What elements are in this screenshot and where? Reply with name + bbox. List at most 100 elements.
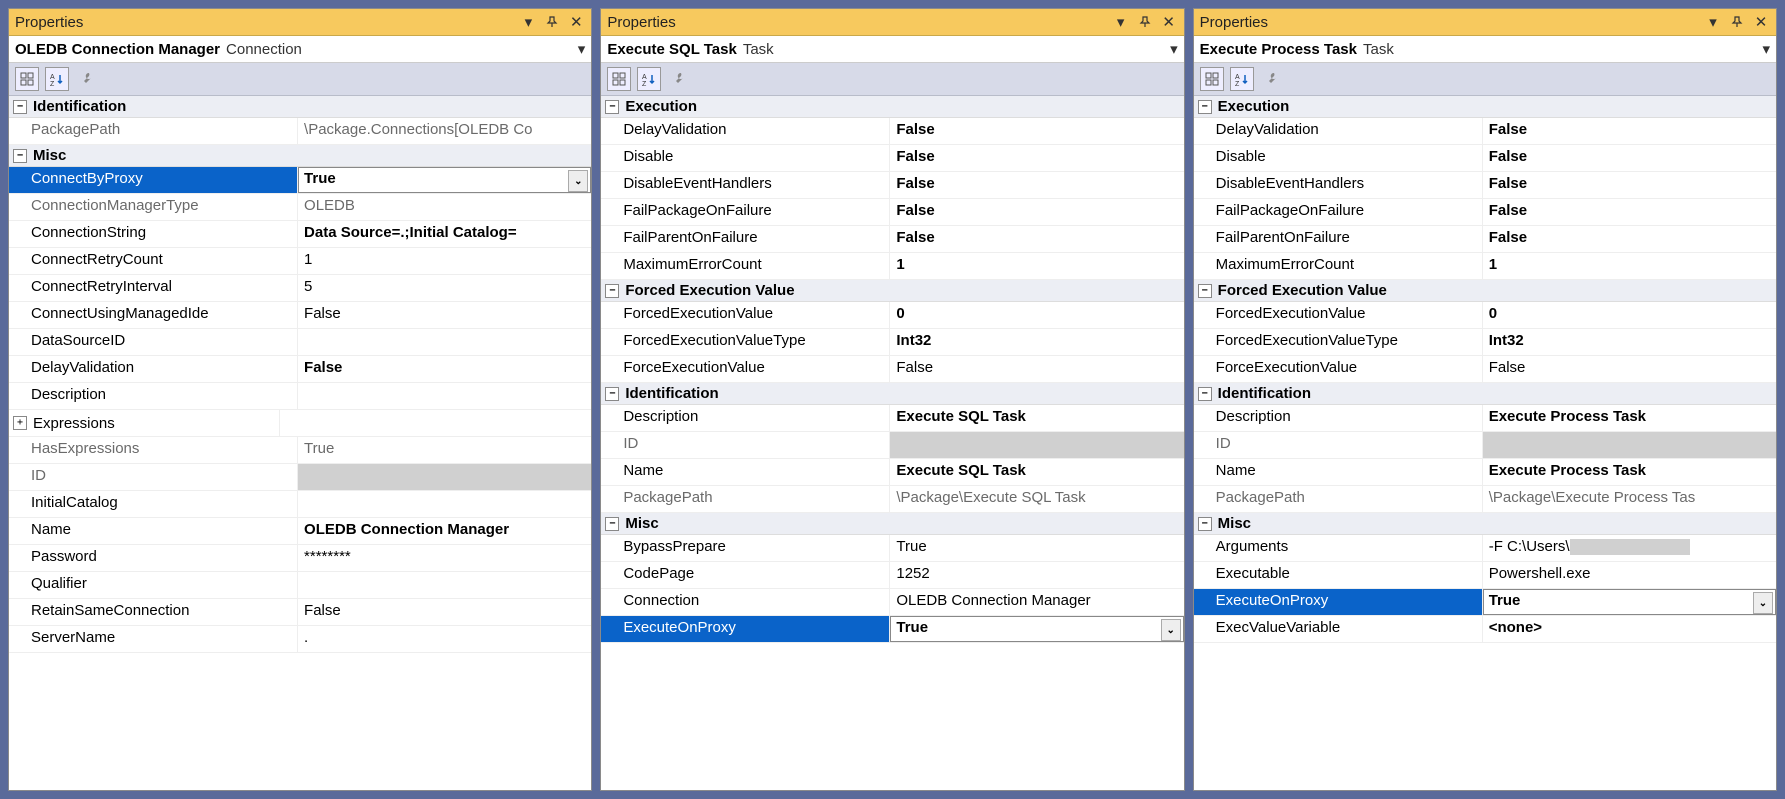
property-value[interactable]: OLEDB Connection Manager <box>298 518 591 544</box>
collapse-toggle-icon[interactable]: − <box>1198 517 1212 531</box>
property-row[interactable]: PackagePath\Package.Connections[OLEDB Co <box>9 118 591 145</box>
property-row[interactable]: ExecuteOnProxyTrue⌄ <box>601 616 1183 643</box>
property-row[interactable]: DisableFalse <box>1194 145 1776 172</box>
property-row[interactable]: ConnectUsingManagedIdeFalse <box>9 302 591 329</box>
property-value[interactable]: False <box>298 302 591 328</box>
property-row[interactable]: ConnectionStringData Source=.;Initial Ca… <box>9 221 591 248</box>
property-row[interactable]: MaximumErrorCount1 <box>601 253 1183 280</box>
property-value[interactable]: False <box>890 145 1183 171</box>
category-header[interactable]: −Misc <box>601 513 1183 535</box>
property-value[interactable]: False <box>1483 172 1776 198</box>
property-value[interactable]: False <box>298 599 591 625</box>
property-row[interactable]: DelayValidationFalse <box>1194 118 1776 145</box>
close-icon[interactable]: ✕ <box>1752 13 1770 31</box>
property-value[interactable]: Data Source=.;Initial Catalog= <box>298 221 591 247</box>
category-header[interactable]: −Identification <box>601 383 1183 405</box>
object-selector[interactable]: OLEDB Connection ManagerConnection▾ <box>9 36 591 63</box>
property-value[interactable] <box>1483 432 1776 458</box>
property-value[interactable]: Execute SQL Task <box>890 459 1183 485</box>
category-header[interactable]: −Execution <box>601 96 1183 118</box>
property-value[interactable]: . <box>298 626 591 652</box>
property-value[interactable]: Execute SQL Task <box>890 405 1183 431</box>
property-value[interactable]: \Package\Execute SQL Task <box>890 486 1183 512</box>
property-row[interactable]: Qualifier <box>9 572 591 599</box>
property-row[interactable]: ExecutablePowershell.exe <box>1194 562 1776 589</box>
property-grid[interactable]: −IdentificationPackagePath\Package.Conne… <box>9 96 591 790</box>
property-row[interactable]: ID <box>601 432 1183 459</box>
property-row[interactable]: FailParentOnFailureFalse <box>1194 226 1776 253</box>
pin-icon[interactable] <box>1136 13 1154 31</box>
property-row[interactable]: ID <box>1194 432 1776 459</box>
property-value[interactable]: False <box>890 226 1183 252</box>
property-value[interactable]: False <box>1483 226 1776 252</box>
property-value[interactable]: OLEDB Connection Manager <box>890 589 1183 615</box>
property-value[interactable]: Execute Process Task <box>1483 405 1776 431</box>
property-value[interactable]: False <box>1483 356 1776 382</box>
property-row[interactable]: DataSourceID <box>9 329 591 356</box>
property-row[interactable]: ID <box>9 464 591 491</box>
property-row[interactable]: DescriptionExecute SQL Task <box>601 405 1183 432</box>
category-header[interactable]: −Misc <box>9 145 591 167</box>
collapse-toggle-icon[interactable]: − <box>605 517 619 531</box>
property-value[interactable]: False <box>1483 118 1776 144</box>
categorized-icon[interactable] <box>607 67 631 91</box>
property-value[interactable]: 0 <box>1483 302 1776 328</box>
property-row[interactable]: FailParentOnFailureFalse <box>601 226 1183 253</box>
alphabetical-icon[interactable]: AZ <box>1230 67 1254 91</box>
property-row[interactable]: MaximumErrorCount1 <box>1194 253 1776 280</box>
property-value[interactable]: \Package.Connections[OLEDB Co <box>298 118 591 144</box>
property-value[interactable]: False <box>298 356 591 382</box>
property-value[interactable]: False <box>890 118 1183 144</box>
property-value[interactable] <box>298 464 591 490</box>
property-row[interactable]: PackagePath\Package\Execute Process Tas <box>1194 486 1776 513</box>
property-row[interactable]: PackagePath\Package\Execute SQL Task <box>601 486 1183 513</box>
property-row[interactable]: ExecValueVariable<none> <box>1194 616 1776 643</box>
property-row[interactable]: DisableFalse <box>601 145 1183 172</box>
property-value[interactable]: True <box>298 437 591 463</box>
value-dropdown-icon[interactable]: ⌄ <box>1161 619 1181 641</box>
window-menu-icon[interactable]: ▾ <box>519 13 537 31</box>
property-row[interactable]: ExecuteOnProxyTrue⌄ <box>1194 589 1776 616</box>
property-row[interactable]: DelayValidationFalse <box>601 118 1183 145</box>
property-row[interactable]: CodePage1252 <box>601 562 1183 589</box>
property-value[interactable]: False <box>890 172 1183 198</box>
window-menu-icon[interactable]: ▾ <box>1112 13 1130 31</box>
property-row[interactable]: ForceExecutionValueFalse <box>1194 356 1776 383</box>
property-row[interactable]: FailPackageOnFailureFalse <box>1194 199 1776 226</box>
property-row[interactable]: ForcedExecutionValueTypeInt32 <box>601 329 1183 356</box>
property-value[interactable] <box>298 572 591 598</box>
property-value[interactable] <box>298 383 591 409</box>
property-row[interactable]: DelayValidationFalse <box>9 356 591 383</box>
property-value[interactable]: True⌄ <box>890 616 1183 642</box>
property-value[interactable] <box>298 491 591 517</box>
expand-toggle-icon[interactable]: + <box>13 416 27 430</box>
property-value[interactable]: Powershell.exe <box>1483 562 1776 588</box>
collapse-toggle-icon[interactable]: − <box>13 149 27 163</box>
property-value[interactable]: -F C:\Users\ <box>1483 535 1776 561</box>
property-value[interactable]: False <box>1483 199 1776 225</box>
property-row[interactable]: FailPackageOnFailureFalse <box>601 199 1183 226</box>
chevron-down-icon[interactable]: ▾ <box>1170 40 1178 58</box>
property-value[interactable]: Execute Process Task <box>1483 459 1776 485</box>
property-row[interactable]: ForcedExecutionValueTypeInt32 <box>1194 329 1776 356</box>
property-value[interactable]: True⌄ <box>298 167 591 193</box>
categorized-icon[interactable] <box>1200 67 1224 91</box>
collapse-toggle-icon[interactable]: − <box>605 387 619 401</box>
window-menu-icon[interactable]: ▾ <box>1704 13 1722 31</box>
property-row[interactable]: ConnectionManagerTypeOLEDB <box>9 194 591 221</box>
property-value[interactable]: 5 <box>298 275 591 301</box>
property-value[interactable]: OLEDB <box>298 194 591 220</box>
property-value[interactable]: False <box>890 199 1183 225</box>
property-row[interactable]: Description <box>9 383 591 410</box>
property-value[interactable]: Int32 <box>890 329 1183 355</box>
property-value[interactable]: True⌄ <box>1483 589 1776 615</box>
property-row[interactable]: ConnectionOLEDB Connection Manager <box>601 589 1183 616</box>
property-row[interactable]: HasExpressionsTrue <box>9 437 591 464</box>
object-selector[interactable]: Execute SQL TaskTask▾ <box>601 36 1183 63</box>
property-pages-icon[interactable] <box>1260 68 1282 90</box>
property-value[interactable] <box>280 410 591 436</box>
category-header[interactable]: −Execution <box>1194 96 1776 118</box>
property-value[interactable]: 1252 <box>890 562 1183 588</box>
property-row[interactable]: NameExecute SQL Task <box>601 459 1183 486</box>
chevron-down-icon[interactable]: ▾ <box>578 40 586 58</box>
